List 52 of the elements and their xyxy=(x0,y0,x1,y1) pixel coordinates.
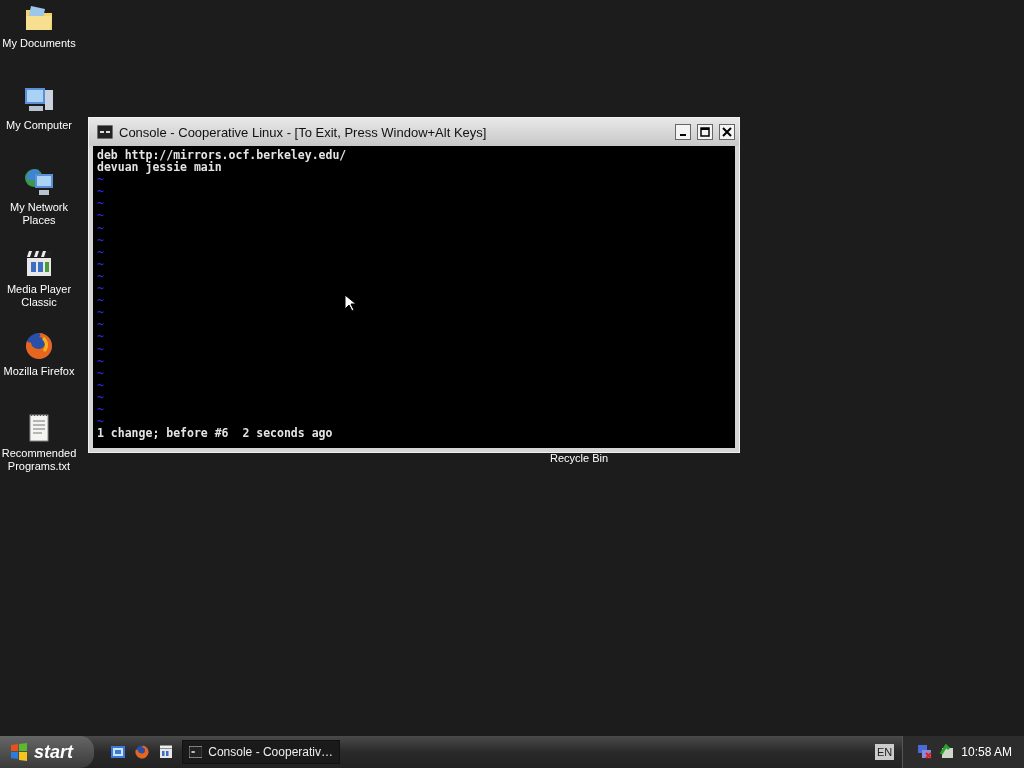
empty-line-marker: ~ xyxy=(97,366,104,379)
empty-line-marker: ~ xyxy=(97,173,104,186)
empty-line-marker: ~ xyxy=(97,294,104,307)
language-indicator[interactable]: EN xyxy=(875,744,895,760)
empty-line-marker: ~ xyxy=(97,354,104,367)
icon-label[interactable]: My Computer xyxy=(1,119,77,132)
clock[interactable]: 10:58 AM xyxy=(961,745,1012,759)
network-status-icon[interactable] xyxy=(917,744,934,760)
empty-line-marker: ~ xyxy=(97,185,104,198)
icon-label[interactable]: Media Player Classic xyxy=(1,283,77,309)
empty-line-marker: ~ xyxy=(97,306,104,319)
desktop-icon[interactable] xyxy=(110,744,126,760)
icon-label[interactable]: My Network Places xyxy=(1,201,77,227)
empty-line-marker: ~ xyxy=(97,209,104,222)
empty-line-marker: ~ xyxy=(97,221,104,234)
icon-label[interactable]: My Documents xyxy=(1,37,77,50)
empty-line-marker: ~ xyxy=(97,257,104,270)
icon-label[interactable]: Recommended Programs.txt xyxy=(1,447,77,473)
icon-label[interactable]: Recycle Bin xyxy=(550,452,609,464)
empty-line-marker: ~ xyxy=(97,282,104,295)
console-icon xyxy=(189,746,203,758)
empty-line-marker: ~ xyxy=(97,402,104,416)
firefox-icon[interactable] xyxy=(134,744,150,760)
clapperboard-icon[interactable] xyxy=(158,744,174,760)
maximize-button[interactable] xyxy=(697,124,713,140)
empty-line-marker: ~ xyxy=(97,378,104,391)
empty-line-marker: ~ xyxy=(97,390,104,403)
close-icon xyxy=(722,127,732,137)
status-line: 1 change; before #6 2 seconds ago xyxy=(97,427,333,440)
empty-line-marker: ~ xyxy=(97,245,104,258)
windows-flag-icon xyxy=(10,743,28,761)
empty-line-marker: ~ xyxy=(97,269,104,283)
empty-line-marker: ~ xyxy=(97,415,104,428)
taskbar-button[interactable]: Console - Cooperativ… xyxy=(182,740,340,764)
empty-line-marker: ~ xyxy=(97,197,104,210)
terminal-line: deb http://mirrors.ocf.berkeley.edu/ xyxy=(97,149,347,162)
safely-remove-icon[interactable] xyxy=(939,744,956,760)
icon-label[interactable]: Mozilla Firefox xyxy=(1,365,77,378)
empty-line-marker: ~ xyxy=(97,330,104,343)
start-button[interactable]: start xyxy=(0,736,94,768)
close-button[interactable] xyxy=(719,124,735,140)
maximize-icon xyxy=(700,127,710,137)
mouse-pointer-icon xyxy=(344,294,356,312)
empty-line-marker: ~ xyxy=(97,233,104,246)
network-icon xyxy=(23,166,55,198)
empty-line-marker: ~ xyxy=(97,318,104,331)
console-icon xyxy=(97,125,113,139)
empty-line-marker: ~ xyxy=(97,342,104,355)
window-title: Console - Cooperative Linux - [To Exit, Press Window+Alt Keys] xyxy=(119,124,488,140)
minimize-button[interactable] xyxy=(675,124,691,140)
terminal-line: devuan jessie main xyxy=(97,161,222,174)
firefox-icon xyxy=(23,330,55,362)
